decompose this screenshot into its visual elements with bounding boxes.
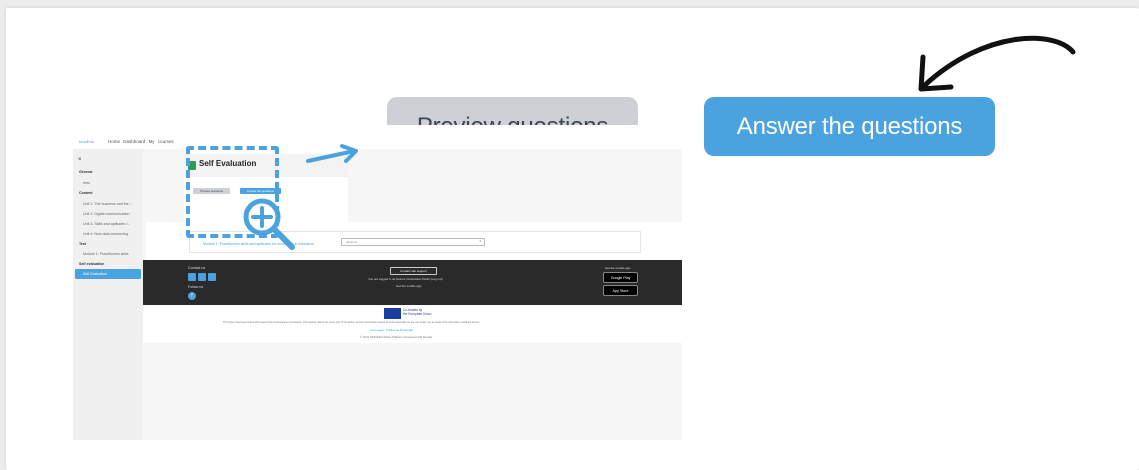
legal-links[interactable]: Aviso legal · Política de Privacidad [370,328,413,332]
sidebar-item-self-evaluation[interactable]: Self evaluation [79,262,104,266]
jump-to-label: Jump to... [346,240,360,244]
disclaimer-text: This project has been funded with suppor… [223,321,480,324]
nav-home[interactable]: Home [108,139,120,144]
sidebar-item-unit1[interactable]: Unit 1: The business and the ... [83,202,133,206]
zoom-in-icon [243,198,295,250]
arrow-right-icon [306,144,358,163]
sidebar-item-module1[interactable]: Module 1: Practitioners skills [83,252,129,256]
eu-flag-icon [384,308,401,319]
sidebar-item-unit2[interactable]: Unit 2: Digital communication [83,212,130,216]
sidebar-item-unit4[interactable]: Unit 4: New data concerning [83,232,128,236]
copyright-text: © 2023 INNOEDU Online Platform developed… [360,335,433,339]
logo: InnoEdu [79,139,94,144]
phone-icon[interactable] [198,273,206,281]
eu-line-2: the European Union [403,312,432,316]
nav-dashboard[interactable]: Dashboard [123,139,145,144]
sidebar-item-test[interactable]: Test [79,242,86,246]
top-navbar [73,125,682,149]
facebook-icon[interactable]: f [188,292,196,300]
nav-my-courses[interactable]: My courses [149,139,174,144]
sidebar-item-active[interactable]: Self Evaluation [75,269,141,279]
platform-screenshot: InnoEdu Home Dashboard My courses × Gene… [73,125,682,440]
curved-arrow-icon [918,35,1076,92]
eu-funding-label: Co-funded by the European Union [403,308,431,316]
sidebar-item-intro[interactable]: Intro [83,181,90,185]
top-nav-links[interactable]: Home Dashboard My courses [108,139,174,144]
email-icon[interactable] [188,273,196,281]
logged-in-text: You are logged in as Nueva Contenidos Pu… [368,277,443,281]
app-store-badge[interactable]: App Store [603,285,638,296]
contact-label: Contact us [188,266,206,270]
contact-support-button[interactable]: Contact site support [390,267,437,275]
chat-icon[interactable] [208,273,216,281]
sidebar-item-content[interactable]: Content [79,191,93,195]
answer-questions-callout[interactable]: Answer the questions [704,97,995,156]
chevron-down-icon: ▾ [479,239,481,243]
google-play-badge[interactable]: Google Play [603,272,638,283]
follow-label: Follow us [188,285,204,289]
sidebar-item-unit3[interactable]: Unit 3: Skills and aptitudes f... [83,222,130,226]
jump-to-select[interactable]: Jump to... ▾ [341,238,485,246]
sidebar-active-label: Self Evaluation [83,272,107,276]
app-heading: Get the mobile app [605,266,631,270]
mobile-app-link[interactable]: Get the mobile app [396,284,421,288]
close-icon[interactable]: × [78,157,82,163]
sidebar-item-general[interactable]: General [79,170,92,174]
